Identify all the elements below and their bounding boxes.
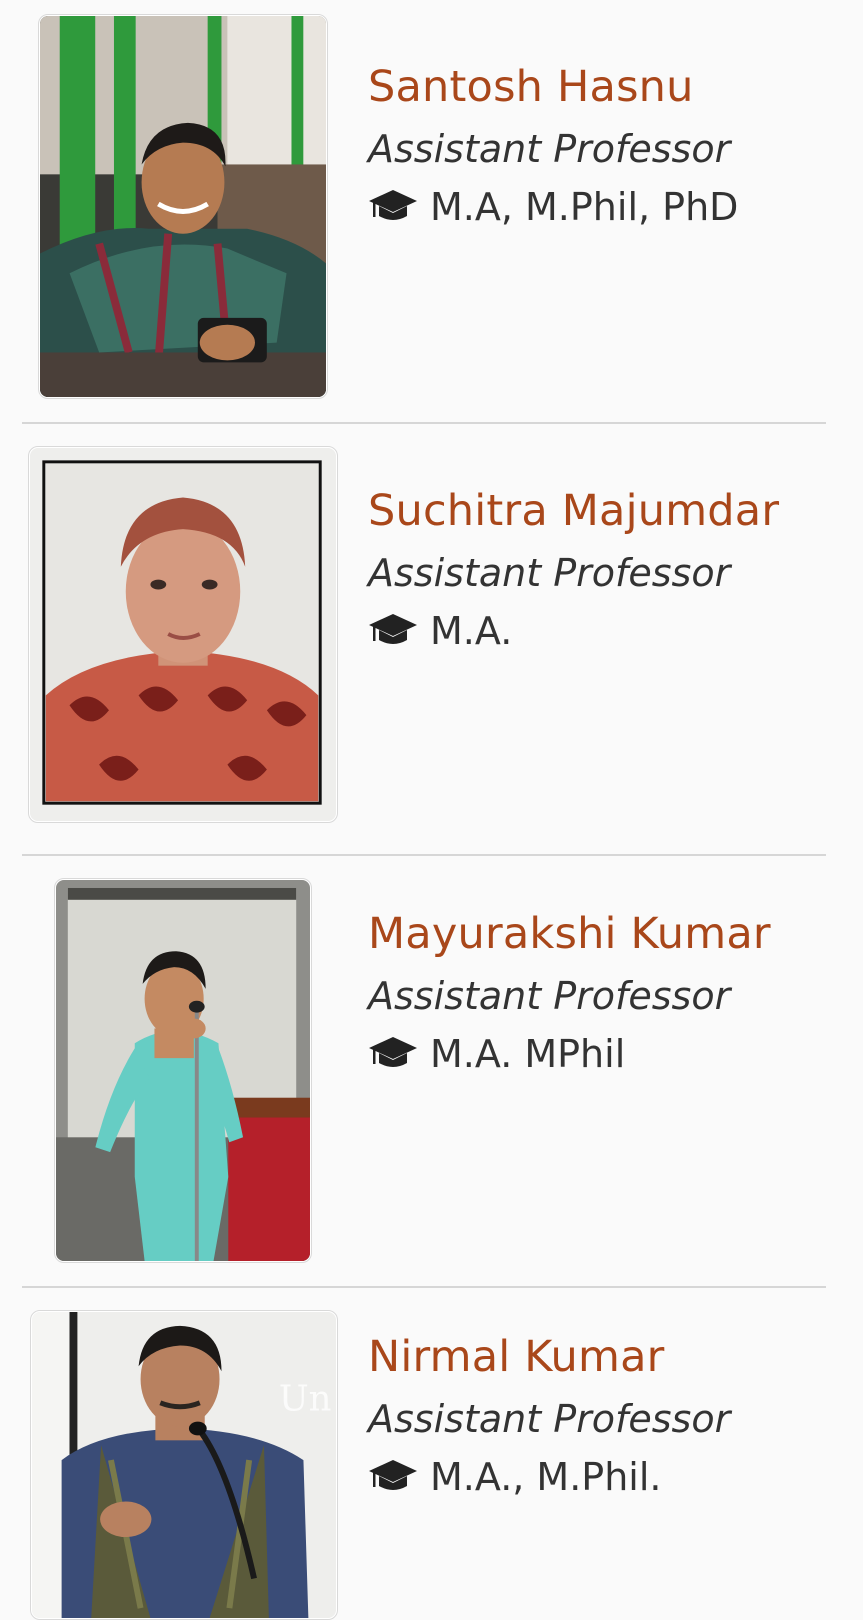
svg-text:Un: Un [279,1379,332,1420]
faculty-name[interactable]: Mayurakshi Kumar [368,909,771,959]
faculty-qualification: M.A, M.Phil, PhD [368,185,738,229]
faculty-card: Un Nirmal Kumar Assistant Professor M.A.… [0,1296,863,1620]
faculty-card: Mayurakshi Kumar Assistant Professor M.A… [0,864,863,1288]
faculty-photo[interactable]: Un [30,1310,338,1620]
qualification-text: M.A, M.Phil, PhD [430,185,739,229]
graduation-cap-icon [369,614,417,644]
faculty-designation: Assistant Professor [368,974,731,1018]
faculty-qualification: M.A. [368,609,512,653]
divider [22,854,826,856]
divider [22,1286,826,1288]
graduation-cap-icon [369,190,417,220]
faculty-designation: Assistant Professor [368,1397,731,1441]
faculty-photo[interactable] [38,14,328,399]
faculty-name[interactable]: Suchitra Majumdar [368,486,779,536]
qualification-text: M.A. MPhil [430,1032,626,1076]
faculty-photo[interactable] [54,878,312,1263]
graduation-cap-icon [369,1460,417,1490]
divider [22,422,826,424]
faculty-qualification: M.A. MPhil [368,1032,625,1076]
faculty-designation: Assistant Professor [368,551,731,595]
faculty-name[interactable]: Nirmal Kumar [368,1332,665,1382]
faculty-designation: Assistant Professor [368,127,731,171]
faculty-card: Santosh Hasnu Assistant Professor M.A, M… [0,0,863,424]
graduation-cap-icon [369,1037,417,1067]
qualification-text: M.A., M.Phil. [430,1455,662,1499]
faculty-photo[interactable] [28,446,338,823]
faculty-list: Santosh Hasnu Assistant Professor M.A, M… [0,0,863,1620]
faculty-card: Suchitra Majumdar Assistant Professor M.… [0,432,863,856]
faculty-name[interactable]: Santosh Hasnu [368,62,694,112]
faculty-qualification: M.A., M.Phil. [368,1455,662,1499]
qualification-text: M.A. [430,609,513,653]
